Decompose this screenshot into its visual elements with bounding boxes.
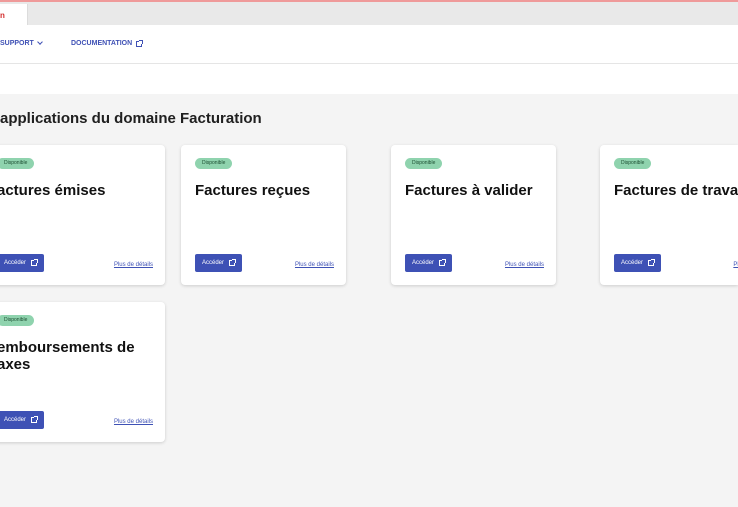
access-button[interactable]: Accéder (0, 411, 45, 429)
card-title: Factures de trava (614, 182, 738, 199)
external-link-icon (31, 416, 39, 423)
access-button-label: Accéder (4, 417, 27, 423)
access-button-label: Accéder (621, 260, 644, 266)
header-band (0, 64, 738, 94)
app-card: Disponible Factures reçues Accéder Plus … (181, 145, 346, 285)
card-title: Factures à valider (405, 182, 533, 199)
details-link[interactable]: Plus de détails (505, 262, 544, 268)
access-button[interactable]: Accéder (405, 254, 453, 272)
access-button[interactable]: Accéder (0, 254, 45, 272)
nav-support-label: SUPPORT (0, 40, 34, 47)
top-nav: SUPPORT DOCUMENTATION (0, 25, 738, 64)
external-link-icon (439, 259, 447, 266)
card-title: actures émises (0, 182, 106, 199)
browser-tab-strip: n (0, 0, 738, 27)
status-badge: Disponible (0, 315, 35, 326)
app-card: Disponible Factures de trava Accéder Plu (600, 145, 738, 285)
status-badge: Disponible (195, 158, 233, 169)
status-badge: Disponible (0, 158, 35, 169)
access-button-label: Accéder (202, 260, 225, 266)
access-button-label: Accéder (412, 260, 435, 266)
browser-tab-label: n (0, 11, 5, 20)
external-link-icon (229, 259, 237, 266)
app-card: Disponible Factures à valider Accéder Pl… (391, 145, 556, 285)
card-title: emboursements de axes (0, 339, 135, 373)
app-card: Disponible actures émises Accéder Plus d… (0, 145, 165, 285)
nav-documentation[interactable]: DOCUMENTATION (71, 39, 144, 47)
nav-documentation-label: DOCUMENTATION (71, 40, 133, 47)
chevron-down-icon (37, 39, 43, 45)
external-link-icon (648, 259, 656, 266)
card-title: Factures reçues (195, 182, 311, 199)
details-link[interactable]: Plu (733, 262, 738, 268)
access-button[interactable]: Accéder (614, 254, 662, 272)
status-badge: Disponible (614, 158, 652, 169)
access-button[interactable]: Accéder (195, 254, 243, 272)
external-link-icon (31, 259, 39, 266)
page-title: applications du domaine Facturation (0, 110, 262, 127)
details-link[interactable]: Plus de détails (114, 419, 153, 425)
details-link[interactable]: Plus de détails (295, 262, 334, 268)
status-badge: Disponible (405, 158, 443, 169)
app-card: Disponible emboursements de axes Accéder… (0, 302, 165, 442)
external-link-icon (136, 39, 144, 47)
browser-tab[interactable]: n (0, 4, 28, 27)
details-link[interactable]: Plus de détails (114, 262, 153, 268)
access-button-label: Accéder (4, 260, 27, 266)
nav-support[interactable]: SUPPORT (0, 39, 43, 47)
